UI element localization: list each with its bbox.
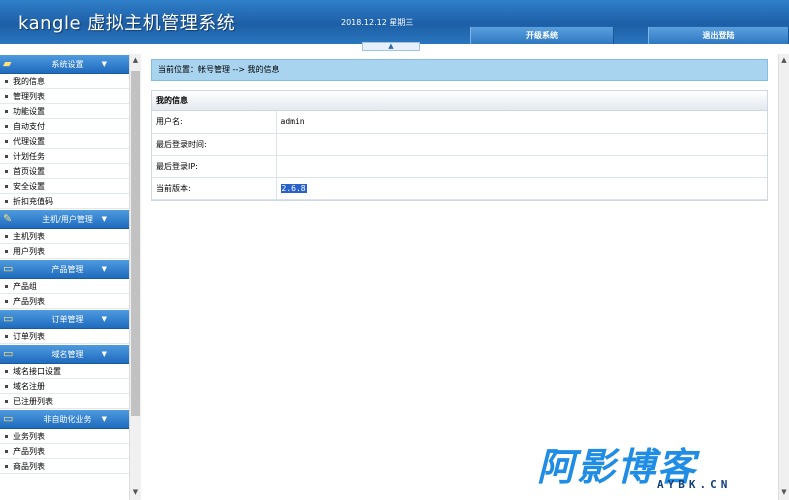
chevron-down-icon: ▼	[101, 415, 107, 423]
info-value	[276, 155, 767, 178]
table-row: 最后登录IP:	[152, 155, 767, 178]
sidebar-item[interactable]: 域名注册	[0, 379, 129, 394]
sidebar-scrollbar[interactable]: ▲ ▼	[129, 54, 141, 500]
watermark-logo: 阿影博客 AYBK.CN	[537, 436, 777, 494]
sidebar-group-label: 域名管理	[51, 350, 84, 359]
sidebar-item[interactable]: 管理列表	[0, 89, 129, 104]
info-value: admin	[276, 111, 767, 134]
tools-icon: ✎	[3, 212, 13, 225]
sidebar-item[interactable]: 代理设置	[0, 134, 129, 149]
sidebar-item[interactable]: 首页设置	[0, 164, 129, 179]
sidebar-item[interactable]: 订单列表	[0, 329, 129, 344]
sidebar-item[interactable]: 折扣充值码	[0, 194, 129, 209]
sidebar-item[interactable]: 我的信息	[0, 74, 129, 89]
info-label: 当前版本:	[152, 177, 277, 200]
sidebar-item[interactable]: 域名接口设置	[0, 364, 129, 379]
table-row: 用户名: admin	[152, 111, 767, 134]
info-value-text: 2.6.8	[280, 183, 307, 193]
sidebar-group-header[interactable]: ▰ 系统设置 ▼	[0, 55, 129, 74]
monitor-icon: ▭	[3, 347, 14, 360]
info-label: 最后登录IP:	[152, 155, 277, 178]
sidebar-item[interactable]: 自动支付	[0, 119, 129, 134]
sidebar-group-header[interactable]: ▭ 域名管理 ▼	[0, 345, 129, 364]
sidebar-item[interactable]: 产品列表	[0, 444, 129, 459]
sidebar-group-header[interactable]: ▭ 订单管理 ▼	[0, 310, 129, 329]
info-table: 用户名: admin 最后登录时间: 最后登录IP: 当前版本: 2.6.8	[152, 111, 767, 200]
breadcrumb: 当前位置：帐号管理 --> 我的信息	[151, 59, 768, 81]
monitor-icon: ▭	[3, 312, 14, 325]
sidebar-menu: ▰ 系统设置 ▼ 我的信息 管理列表 功能设置 自动支付 代理设置 计划任务 首页设置 安全设置 折扣…	[0, 54, 129, 500]
chevron-down-icon: ▼	[101, 215, 107, 223]
folder-icon: ▰	[3, 57, 12, 70]
scroll-up-icon[interactable]: ▲	[130, 54, 141, 66]
monitor-icon: ▭	[3, 412, 14, 425]
info-value	[276, 133, 767, 156]
monitor-icon: ▭	[3, 262, 14, 275]
sidebar-group-header[interactable]: ▭ 产品管理 ▼	[0, 260, 129, 279]
info-panel: 我的信息 用户名: admin 最后登录时间: 最后登录IP: 当前版本: 2.6.8	[151, 90, 768, 201]
admin-system-button[interactable]: 开级系统	[470, 27, 614, 44]
collapse-header-icon[interactable]: ▲	[362, 42, 420, 51]
scroll-down-icon[interactable]: ▼	[130, 486, 141, 498]
chevron-down-icon: ▼	[101, 315, 107, 323]
sidebar-item[interactable]: 功能设置	[0, 104, 129, 119]
top-header: kangle 虚拟主机管理系统 2018.12.12 星期三 开级系统 退出登陆…	[0, 0, 789, 51]
sidebar-item[interactable]: 计划任务	[0, 149, 129, 164]
table-row: 当前版本: 2.6.8	[152, 177, 767, 200]
main-content: 当前位置：帐号管理 --> 我的信息 我的信息 用户名: admin 最后登录时间:…	[141, 54, 789, 500]
sidebar-group-header[interactable]: ✎ 主机/用户管理 ▼	[0, 210, 129, 229]
sidebar-group-label: 产品管理	[51, 265, 84, 274]
info-value-text: admin	[280, 117, 305, 127]
sidebar-item[interactable]: 主机列表	[0, 229, 129, 244]
main-scrollbar[interactable]: ▲ ▼	[778, 54, 789, 500]
sidebar: ▰ 系统设置 ▼ 我的信息 管理列表 功能设置 自动支付 代理设置 计划任务 首页设置 安全设置 折扣…	[0, 54, 141, 500]
sidebar-scroll-thumb[interactable]	[131, 71, 140, 416]
chevron-down-icon: ▼	[101, 350, 107, 358]
sidebar-group-header[interactable]: ▭ 非自助化业务 ▼	[0, 410, 129, 429]
sidebar-item[interactable]: 产品组	[0, 279, 129, 294]
sidebar-group-label: 主机/用户管理	[42, 215, 93, 224]
scroll-up-icon[interactable]: ▲	[779, 54, 789, 66]
app-title: kangle 虚拟主机管理系统	[18, 13, 236, 34]
watermark-domain: AYBK.CN	[657, 478, 732, 491]
chevron-down-icon: ▼	[101, 265, 107, 273]
info-panel-title: 我的信息	[152, 91, 767, 111]
sidebar-group-label: 订单管理	[51, 315, 84, 324]
sidebar-item[interactable]: 商品列表	[0, 459, 129, 474]
sidebar-item[interactable]: 用户列表	[0, 244, 129, 259]
sidebar-item[interactable]: 业务列表	[0, 429, 129, 444]
logout-button[interactable]: 退出登陆	[648, 27, 789, 44]
info-label: 最后登录时间:	[152, 133, 277, 156]
info-label: 用户名:	[152, 111, 277, 134]
sidebar-item[interactable]: 产品列表	[0, 294, 129, 309]
chevron-down-icon: ▼	[101, 60, 107, 68]
table-row: 最后登录时间:	[152, 133, 767, 156]
info-value: 2.6.8	[276, 177, 767, 200]
date-display: 2018.12.12 星期三	[341, 18, 414, 27]
sidebar-group-label: 系统设置	[51, 60, 84, 69]
sidebar-item[interactable]: 已注册列表	[0, 394, 129, 409]
scroll-down-icon[interactable]: ▼	[779, 486, 789, 498]
sidebar-group-label: 非自助化业务	[43, 415, 92, 424]
sidebar-item[interactable]: 安全设置	[0, 179, 129, 194]
